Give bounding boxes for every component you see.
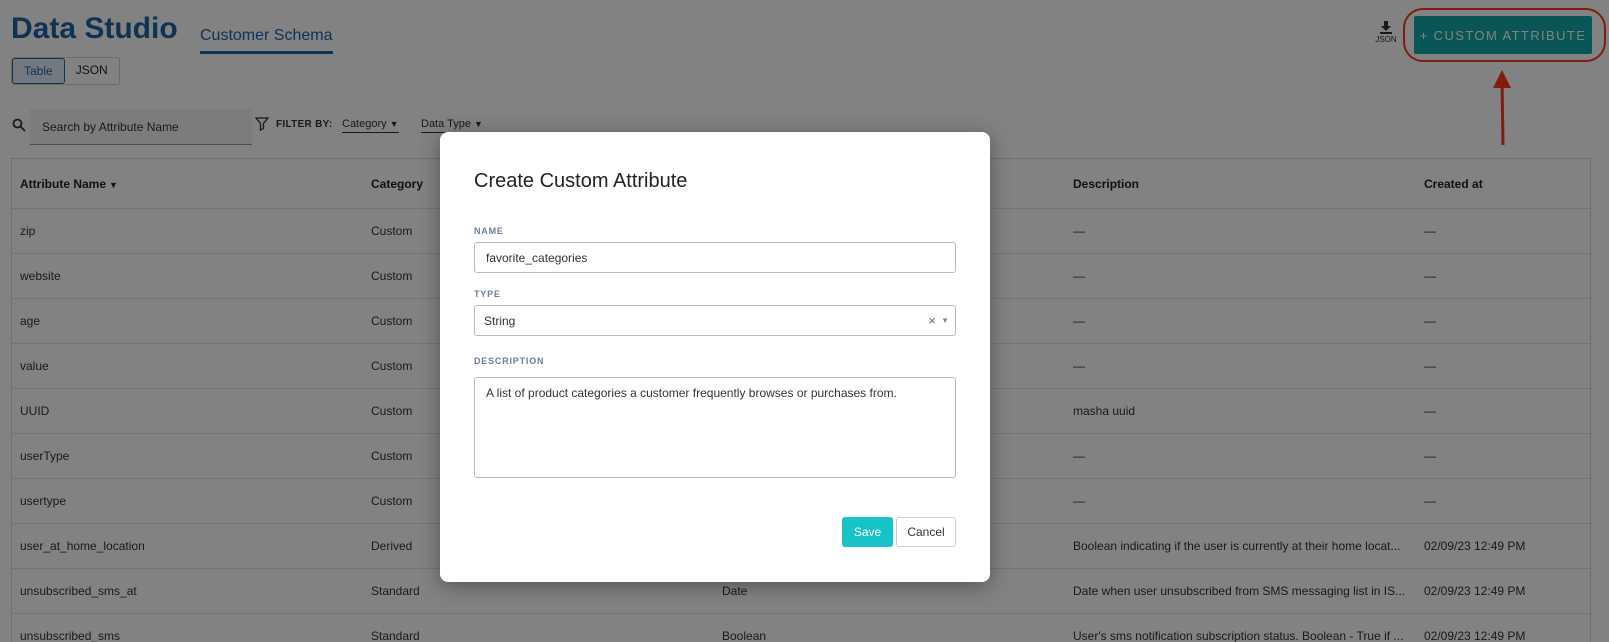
chevron-down-icon[interactable]: ▼ [941, 316, 949, 325]
page: Data Studio Customer Schema Table JSON J… [0, 0, 1609, 642]
type-select-value: String [484, 314, 516, 328]
cancel-button[interactable]: Cancel [896, 517, 956, 547]
description-label: DESCRIPTION [474, 356, 545, 366]
description-field[interactable]: A list of product categories a customer … [474, 377, 956, 478]
name-field[interactable]: favorite_categories [474, 242, 956, 273]
name-label: NAME [474, 226, 504, 236]
clear-icon[interactable]: × [928, 313, 936, 328]
create-custom-attribute-dialog: Create Custom Attribute NAME favorite_ca… [440, 132, 990, 582]
type-label: TYPE [474, 289, 501, 299]
save-button[interactable]: Save [842, 517, 893, 547]
type-select[interactable]: String × ▼ [474, 305, 956, 336]
dialog-title: Create Custom Attribute [474, 170, 688, 192]
